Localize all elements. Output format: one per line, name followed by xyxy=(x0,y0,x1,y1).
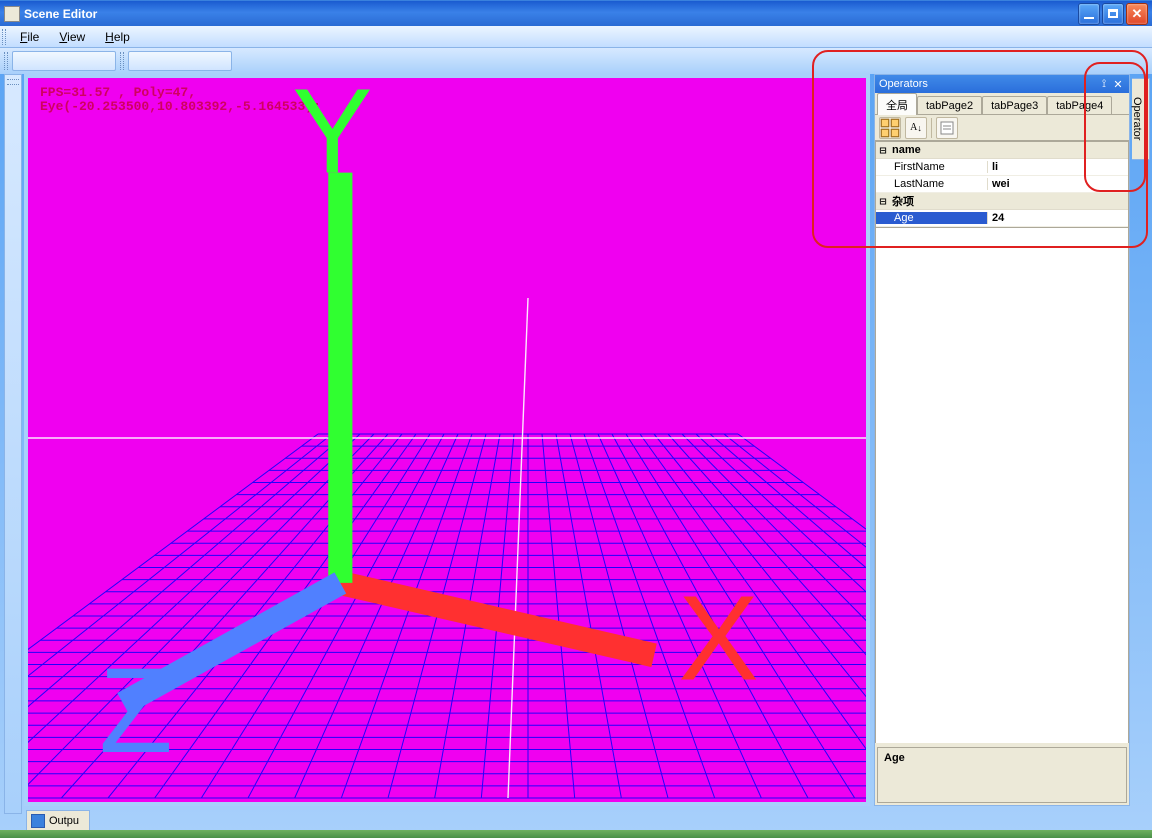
operators-tab-2[interactable]: tabPage3 xyxy=(982,96,1047,114)
toolbar-grip-icon-2 xyxy=(120,52,124,70)
operator-tab-icon xyxy=(1145,113,1147,125)
operators-titlebar[interactable]: Operators ⟟ ✕ xyxy=(875,75,1129,93)
operator-autohide-tab[interactable]: Operator xyxy=(1132,78,1150,160)
operators-panel: Operators ⟟ ✕ 全局tabPage2tabPage3tabPage4… xyxy=(874,74,1130,806)
menu-file[interactable]: File xyxy=(10,28,49,46)
main-window: Scene Editor ✕ File View Help xyxy=(0,0,1152,838)
property-grid-empty xyxy=(875,228,1129,743)
property-row[interactable]: LastNamewei xyxy=(876,176,1128,193)
toolbar-combo-2[interactable] xyxy=(128,51,232,71)
viewport-container: FPS=31.57 , Poly=47, Eye(-20.253500,10.8… xyxy=(24,74,870,806)
title-bar[interactable]: Scene Editor ✕ xyxy=(0,0,1152,26)
axis-gizmo: X Y Z xyxy=(42,78,866,776)
menu-bar: File View Help xyxy=(0,26,1152,48)
menu-grip-icon xyxy=(2,29,6,45)
property-category[interactable]: ⊟name xyxy=(876,142,1128,159)
property-grid[interactable]: ⊟nameFirstNameliLastNamewei⊟杂项Age24 xyxy=(875,141,1129,228)
svg-text:Z: Z xyxy=(99,643,173,776)
property-category[interactable]: ⊟杂项 xyxy=(876,193,1128,210)
left-dock-strip[interactable] xyxy=(4,74,22,814)
toolbar-grip-icon xyxy=(4,52,8,70)
toolbar-separator xyxy=(931,118,932,138)
output-tab-icon xyxy=(31,814,45,828)
operators-tabstrip: 全局tabPage2tabPage3tabPage4 xyxy=(875,93,1129,115)
property-help-pane: Age xyxy=(877,747,1127,803)
propertypages-button[interactable] xyxy=(936,117,958,139)
window-title: Scene Editor xyxy=(24,7,1078,21)
maximize-button[interactable] xyxy=(1102,3,1124,25)
minimize-button[interactable] xyxy=(1078,3,1100,25)
taskbar xyxy=(0,830,1152,838)
alphabetical-button[interactable]: A↓ xyxy=(905,117,927,139)
toolbar-combo-1[interactable] xyxy=(12,51,116,71)
close-button[interactable]: ✕ xyxy=(1126,3,1148,25)
operators-title: Operators xyxy=(879,78,1097,90)
svg-text:Y: Y xyxy=(292,78,372,199)
categorized-button[interactable] xyxy=(879,117,901,139)
operators-tab-3[interactable]: tabPage4 xyxy=(1047,96,1112,114)
output-tab[interactable]: Outpu xyxy=(26,810,90,830)
panel-close-icon[interactable]: ✕ xyxy=(1111,77,1125,91)
toolbar xyxy=(0,48,1152,74)
scene-viewport[interactable]: FPS=31.57 , Poly=47, Eye(-20.253500,10.8… xyxy=(28,78,866,802)
operators-tab-0[interactable]: 全局 xyxy=(877,93,917,115)
propertygrid-toolbar: A↓ xyxy=(875,115,1129,141)
menu-view[interactable]: View xyxy=(49,28,95,46)
app-icon xyxy=(4,6,20,22)
pin-icon[interactable]: ⟟ xyxy=(1097,77,1111,91)
client-area: FPS=31.57 , Poly=47, Eye(-20.253500,10.8… xyxy=(4,74,1148,830)
property-row[interactable]: Age24 xyxy=(876,210,1128,227)
menu-help[interactable]: Help xyxy=(95,28,140,46)
property-row[interactable]: FirstNameli xyxy=(876,159,1128,176)
svg-text:X: X xyxy=(678,570,758,705)
operators-tab-1[interactable]: tabPage2 xyxy=(917,96,982,114)
